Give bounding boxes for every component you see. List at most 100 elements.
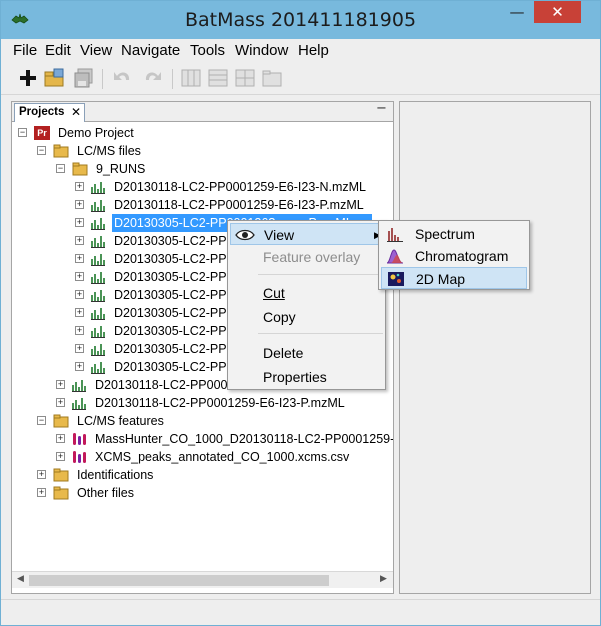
expand-icon[interactable]: + [75, 254, 84, 263]
menu-view[interactable]: View [80, 42, 112, 59]
folder-icon [53, 468, 69, 482]
save-all-icon[interactable] [73, 67, 95, 89]
tree-node-label: MassHunter_CO_1000_D20130118-LC2-PP00012… [95, 432, 393, 446]
menu-item-properties[interactable]: Properties [230, 366, 383, 388]
horizontal-scrollbar[interactable]: ◀ ▶ [12, 571, 393, 588]
tree-node-identifications[interactable]: + Identifications [12, 466, 393, 484]
folder-icon [53, 414, 69, 428]
expand-icon[interactable]: + [75, 362, 84, 371]
tree-node-9-runs[interactable]: − 9_RUNS [12, 160, 393, 178]
menu-item-view[interactable]: View ▶ [230, 223, 383, 245]
features-file-icon [73, 451, 86, 463]
collapse-icon[interactable]: − [18, 128, 27, 137]
projects-tab-bar: Projects ✕ − [12, 101, 393, 122]
minimize-button[interactable]: — [503, 1, 531, 23]
layout-columns-icon[interactable] [180, 67, 202, 89]
context-menu: View ▶ Feature overlay Cut Copy Delete P… [227, 220, 386, 390]
tree-node-feature-file[interactable]: + XCMS_peaks_annotated_CO_1000.xcms.csv [12, 448, 393, 466]
tree-node-label: XCMS_peaks_annotated_CO_1000.xcms.csv [95, 450, 350, 464]
tree-node-label: D20130118-LC2-PP0001259-E6-I23-N.mzML [114, 180, 366, 194]
tree-node-other-files[interactable]: + Other files [12, 484, 393, 502]
tree-node-label: LC/MS features [77, 414, 164, 428]
status-bar [1, 599, 600, 625]
toolbar [1, 63, 600, 95]
close-button[interactable]: ✕ [534, 1, 581, 23]
scroll-right-icon[interactable]: ▶ [380, 574, 387, 584]
expand-icon[interactable]: + [75, 326, 84, 335]
undo-icon[interactable] [111, 67, 133, 89]
menu-item-label: Feature overlay [263, 249, 361, 265]
menu-item-label: Chromatogram [415, 248, 509, 264]
tree-node-feature-file[interactable]: + MassHunter_CO_1000_D20130118-LC2-PP000… [12, 430, 393, 448]
tab-projects[interactable]: Projects ✕ [14, 103, 85, 122]
menu-separator [258, 274, 383, 275]
spectrum-file-icon [91, 362, 105, 374]
menu-item-spectrum[interactable]: Spectrum [381, 223, 527, 245]
view-submenu: Spectrum Chromatogram 2D Map [378, 220, 530, 290]
toolbar-separator [102, 69, 103, 89]
open-project-icon[interactable] [43, 67, 65, 89]
title-bar[interactable]: BatMass 201411181905 — ✕ [1, 1, 600, 39]
collapse-icon[interactable]: − [37, 146, 46, 155]
menu-bar: File Edit View Navigate Tools Window Hel… [1, 39, 600, 63]
tree-node-label: 9_RUNS [96, 162, 146, 176]
editor-area [399, 101, 591, 594]
main-window: BatMass 201411181905 — ✕ File Edit View … [0, 0, 601, 626]
menu-item-copy[interactable]: Copy [230, 306, 383, 328]
expand-icon[interactable]: + [75, 272, 84, 281]
scrollbar-thumb[interactable] [29, 575, 329, 586]
menu-item-2d-map[interactable]: 2D Map [381, 267, 527, 289]
menu-item-cut[interactable]: Cut [230, 282, 383, 304]
expand-icon[interactable]: + [56, 452, 65, 461]
scroll-left-icon[interactable]: ◀ [17, 574, 24, 584]
spectrum-file-icon [91, 236, 105, 248]
tab-label: Projects [19, 106, 65, 118]
expand-icon[interactable]: + [75, 218, 84, 227]
expand-icon[interactable]: + [56, 434, 65, 443]
redo-icon[interactable] [142, 67, 164, 89]
toolbar-separator [172, 69, 173, 89]
collapse-icon[interactable]: − [37, 416, 46, 425]
collapse-icon[interactable]: − [56, 164, 65, 173]
2d-map-icon [388, 272, 404, 286]
tree-node-demo-project[interactable]: − Pr Demo Project [12, 124, 393, 142]
expand-icon[interactable]: + [75, 182, 84, 191]
menu-edit[interactable]: Edit [45, 42, 71, 59]
folder-icon[interactable] [261, 67, 283, 89]
menu-navigate[interactable]: Navigate [121, 42, 180, 59]
spectrum-file-icon [72, 398, 86, 410]
spectrum-file-icon [72, 380, 86, 392]
menu-item-label: Delete [263, 345, 304, 361]
layout-rows-icon[interactable] [207, 67, 229, 89]
new-icon[interactable] [17, 67, 39, 89]
menu-item-chromatogram[interactable]: Chromatogram [381, 245, 527, 267]
folder-icon [72, 162, 88, 176]
tree-node-mzml-file[interactable]: + D20130118-LC2-PP0001259-E6-I23-P.mzML [12, 196, 393, 214]
tree-node-lcms-files[interactable]: − LC/MS files [12, 142, 393, 160]
menu-help[interactable]: Help [298, 42, 329, 59]
expand-icon[interactable]: + [37, 470, 46, 479]
expand-icon[interactable]: + [75, 290, 84, 299]
expand-icon[interactable]: + [75, 308, 84, 317]
layout-grid-icon[interactable] [234, 67, 256, 89]
tree-node-mzml-file[interactable]: + D20130118-LC2-PP0001259-E6-I23-N.mzML [12, 178, 393, 196]
tree-node-mzml-file[interactable]: + D20130118-LC2-PP0001259-E6-I23-P.mzML [12, 394, 393, 412]
expand-icon[interactable]: + [56, 380, 65, 389]
expand-icon[interactable]: + [75, 200, 84, 209]
spectrum-file-icon [91, 308, 105, 320]
expand-icon[interactable]: + [75, 236, 84, 245]
minimize-panel-icon[interactable]: − [376, 101, 387, 116]
menu-window[interactable]: Window [235, 42, 288, 59]
expand-icon[interactable]: + [37, 488, 46, 497]
close-icon[interactable]: ✕ [71, 105, 81, 119]
spectrum-icon [387, 228, 403, 242]
menu-item-delete[interactable]: Delete [230, 342, 383, 364]
menu-item-label: 2D Map [416, 271, 466, 287]
expand-icon[interactable]: + [75, 344, 84, 353]
expand-icon[interactable]: + [56, 398, 65, 407]
menu-file[interactable]: File [13, 42, 37, 59]
chromatogram-icon [386, 249, 404, 264]
tree-node-lcms-features[interactable]: − LC/MS features [12, 412, 393, 430]
menu-tools[interactable]: Tools [190, 42, 225, 59]
menu-item-label: View [264, 227, 295, 243]
